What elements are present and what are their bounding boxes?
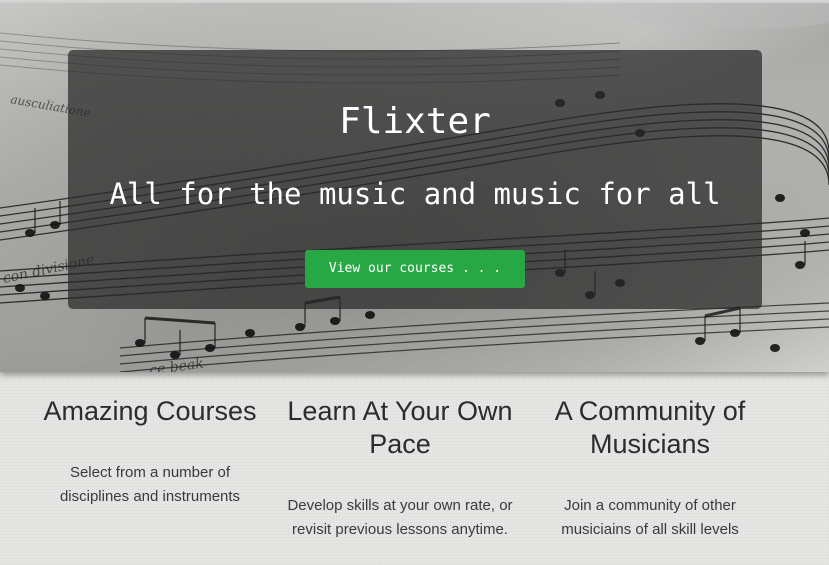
- hero-tagline: All for the music and music for all: [109, 177, 721, 211]
- hero-section: con divisione ce beak ausculiatione Flix…: [0, 3, 829, 372]
- view-courses-button[interactable]: View our courses . . .: [305, 250, 525, 288]
- feature-community: A Community of Musicians Join a communit…: [525, 395, 775, 542]
- feature-heading: A Community of Musicians: [554, 396, 746, 459]
- feature-heading: Learn At Your Own Pace: [287, 396, 513, 459]
- feature-amazing-courses: Amazing Courses Select from a number of …: [25, 395, 275, 509]
- hero-title: Flixter: [339, 101, 491, 142]
- landing-page: con divisione ce beak ausculiatione Flix…: [0, 0, 829, 565]
- feature-heading: Amazing Courses: [43, 396, 257, 426]
- feature-text: Develop skills at your own rate, or revi…: [287, 497, 513, 538]
- feature-text: Select from a number of disciplines and …: [59, 464, 241, 505]
- feature-text: Join a community of other musiciains of …: [561, 497, 739, 538]
- feature-learn-at-your-pace: Learn At Your Own Pace Develop skills at…: [275, 395, 525, 542]
- hero-overlay-panel: Flixter All for the music and music for …: [68, 50, 762, 309]
